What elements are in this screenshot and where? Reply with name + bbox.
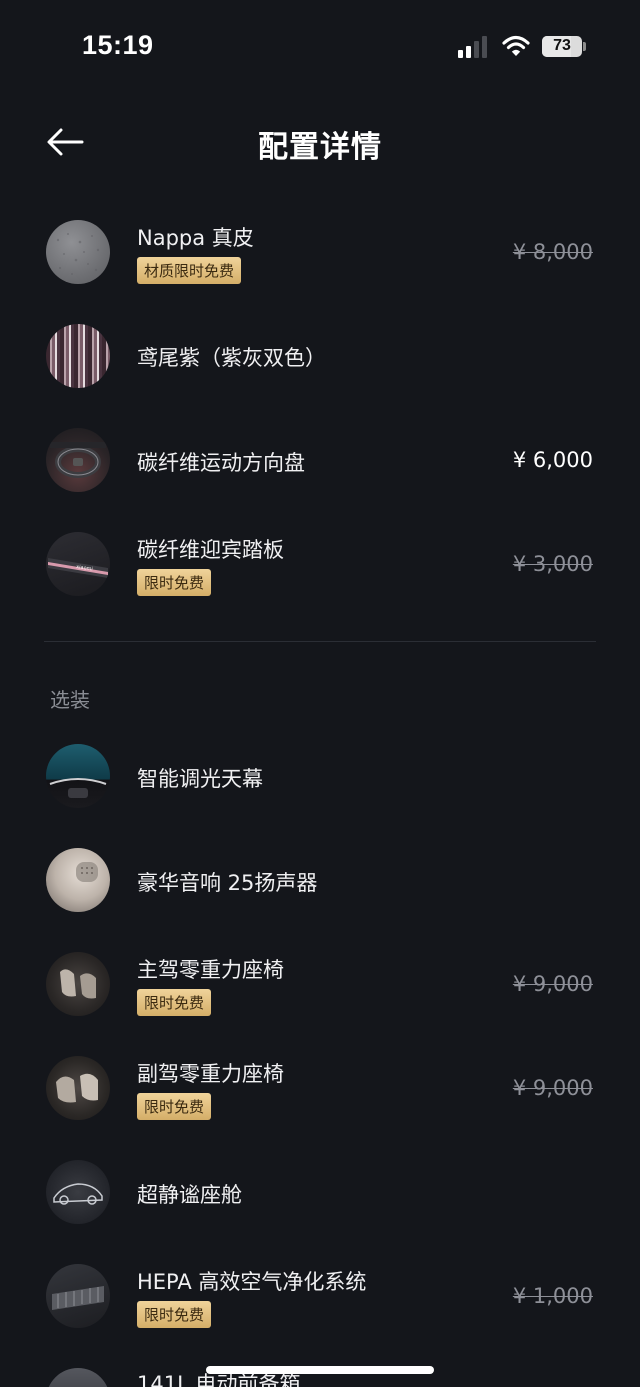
original-price: ¥ 1,000 [512,1284,593,1308]
promo-badge: 材质限时免费 [137,257,242,284]
option-item-speakers[interactable]: 豪华音响 25扬声器 [0,830,640,930]
item-name: 豪华音响 25扬声器 [137,871,318,895]
config-item-iris-purple[interactable]: 鸢尾紫（紫灰双色） [0,306,640,406]
item-name: 碳纤维迎宾踏板 [137,538,284,562]
nappa-leather-thumbnail [46,220,110,284]
config-item-steering-wheel[interactable]: 碳纤维运动方向盘 ¥ 6,000 [0,410,640,510]
item-name: HEPA 高效空气净化系统 [137,1270,367,1294]
home-indicator[interactable] [206,1366,434,1374]
original-price: ¥ 9,000 [512,972,593,996]
battery-level: 73 [553,37,571,54]
promo-badge: 限时免费 [137,569,212,596]
item-name: Nappa 真皮 [137,226,254,250]
original-price: ¥ 3,000 [512,552,593,576]
price: ¥ 6,000 [512,448,593,472]
nav-bar: 配置详情 [0,100,640,184]
page-title: 配置详情 [258,130,382,165]
passenger-seat-thumbnail [46,1056,110,1120]
steering-wheel-thumbnail [46,428,110,492]
cellular-signal-icon [458,36,487,58]
wifi-icon [502,35,530,56]
status-time: 15:19 [82,30,154,60]
item-name: 副驾零重力座椅 [137,1062,284,1086]
sky-roof-thumbnail [46,744,110,808]
front-trunk-thumbnail [46,1368,110,1387]
battery-nub [583,42,586,51]
option-item-passenger-seat[interactable]: 副驾零重力座椅 限时免费 ¥ 9,000 [0,1038,640,1138]
item-name: 智能调光天幕 [137,767,263,791]
driver-seat-thumbnail [46,952,110,1016]
item-name: 主驾零重力座椅 [137,958,284,982]
status-bar: 15:19 73 [0,0,640,96]
item-name: 碳纤维运动方向盘 [137,451,305,475]
option-item-sky-roof[interactable]: 智能调光天幕 [0,726,640,826]
quiet-cabin-thumbnail [46,1160,110,1224]
door-sill-thumbnail: xiaomi [46,532,110,596]
iris-purple-thumbnail [46,324,110,388]
item-name: 鸢尾紫（紫灰双色） [137,346,326,370]
battery-icon: 73 [542,36,582,57]
original-price: ¥ 8,000 [512,240,593,264]
option-item-driver-seat[interactable]: 主驾零重力座椅 限时免费 ¥ 9,000 [0,934,640,1034]
config-item-door-sill[interactable]: xiaomi 碳纤维迎宾踏板 限时免费 ¥ 3,000 [0,514,640,614]
promo-badge: 限时免费 [137,1301,212,1328]
item-name: 超静谧座舱 [137,1183,242,1207]
config-item-nappa-leather[interactable]: Nappa 真皮 材质限时免费 ¥ 8,000 [0,202,640,302]
speaker-thumbnail [46,848,110,912]
optional-section-label: 选装 [50,688,90,712]
original-price: ¥ 9,000 [512,1076,593,1100]
air-filter-thumbnail [46,1264,110,1328]
promo-badge: 限时免费 [137,989,212,1016]
section-divider [44,641,596,642]
option-item-hepa[interactable]: HEPA 高效空气净化系统 限时免费 ¥ 1,000 [0,1246,640,1346]
option-item-quiet-cabin[interactable]: 超静谧座舱 [0,1142,640,1242]
promo-badge: 限时免费 [137,1093,212,1120]
